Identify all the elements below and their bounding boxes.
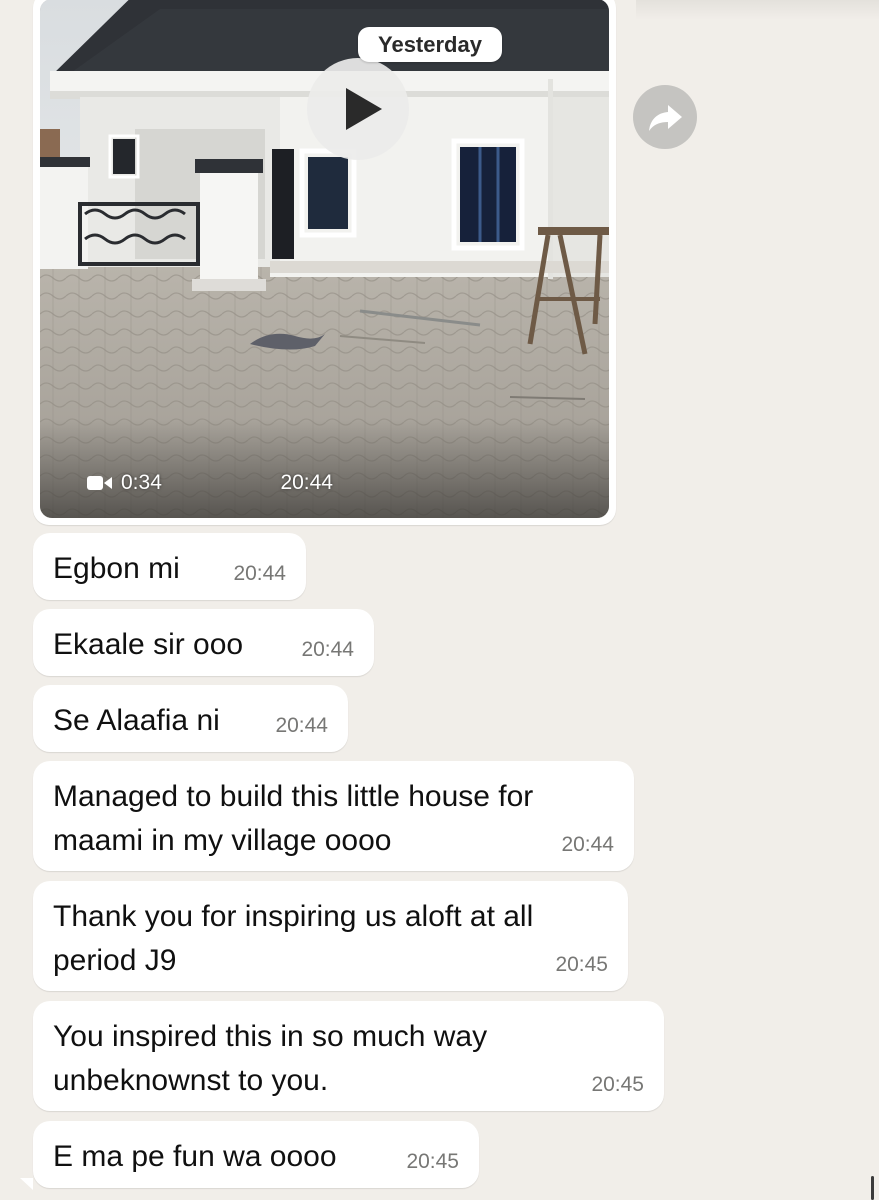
video-duration-row: 0:34	[87, 471, 162, 495]
message-bubble[interactable]: E ma pe fun wa oooo 20:45	[33, 1121, 479, 1188]
bubble-tail	[20, 1178, 33, 1190]
message-text: Se Alaafia ni	[53, 704, 220, 737]
message-text: Thank you for inspiring us aloft at all	[53, 900, 534, 933]
message-timestamp: 20:44	[561, 833, 614, 856]
date-separator-chip: Yesterday	[358, 27, 502, 62]
message-text: E ma pe fun wa oooo	[53, 1140, 337, 1173]
message-bubble[interactable]: Se Alaafia ni 20:44	[33, 685, 348, 752]
message-text: period J9	[53, 944, 177, 977]
scroll-indicator[interactable]	[871, 1176, 874, 1200]
video-timestamp: 20:44	[280, 471, 333, 494]
message-timestamp: 20:44	[275, 714, 328, 737]
forward-share-icon	[649, 105, 682, 131]
message-bubble[interactable]: You inspired this in so much way unbekno…	[33, 1001, 664, 1111]
message-bubble[interactable]: Managed to build this little house for m…	[33, 761, 634, 871]
forward-button[interactable]	[633, 85, 697, 149]
play-button[interactable]	[307, 58, 409, 160]
message-timestamp: 20:45	[555, 953, 608, 976]
message-timestamp: 20:44	[233, 562, 286, 585]
message-bubble[interactable]: Ekaale sir ooo 20:44	[33, 609, 374, 676]
video-duration: 0:34	[121, 471, 162, 494]
message-text: maami in my village oooo	[53, 824, 392, 857]
message-timestamp: 20:45	[591, 1073, 644, 1096]
message-bubble[interactable]: Egbon mi 20:44	[33, 533, 306, 600]
play-icon	[346, 88, 382, 130]
message-text: You inspired this in so much way	[53, 1020, 488, 1053]
video-message-bubble[interactable]: 0:34 20:44	[33, 0, 616, 525]
message-text: Egbon mi	[53, 552, 180, 585]
message-timestamp: 20:44	[301, 638, 354, 661]
video-camera-icon	[87, 476, 112, 490]
top-edge-fade	[636, 0, 879, 20]
message-timestamp: 20:45	[406, 1150, 459, 1173]
message-text: Managed to build this little house for	[53, 780, 534, 813]
message-bubble[interactable]: Thank you for inspiring us aloft at all …	[33, 881, 628, 991]
message-text: Ekaale sir ooo	[53, 628, 244, 661]
message-text: unbeknownst to you.	[53, 1064, 329, 1097]
